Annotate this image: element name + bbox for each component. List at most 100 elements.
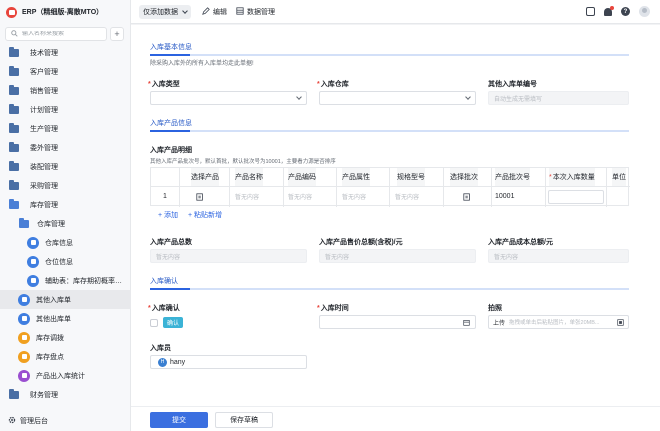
folder-icon [9,103,19,114]
total-label: 入库产品总数 [150,239,192,246]
sidebar-item-stocktake[interactable]: 库存盘点 [0,347,131,366]
bell-icon[interactable] [604,5,614,16]
paste-add-button[interactable]: + 粘贴新增 [188,210,222,220]
admin-link-label: 管理后台 [20,418,48,425]
edit-button[interactable]: 编辑 [202,6,227,18]
outbound-icon [18,312,30,325]
folder-icon [9,65,19,76]
chart-icon [18,369,30,382]
avatar[interactable] [639,6,650,17]
app-logo-icon [6,6,17,18]
sidebar-item-stats[interactable]: 产品出入库统计 [0,366,131,385]
help-icon[interactable]: ? [621,7,630,16]
section-title-confirm: 入库确认 [150,278,178,285]
warehouse-label: *入库仓库 [317,81,349,88]
chevron-down-icon [465,94,471,100]
sidebar-item-assembly[interactable]: 装配管理 [0,157,131,176]
upload-button[interactable]: 上传 [493,318,505,327]
sidebar-item-tech[interactable]: 技术管理 [0,43,131,62]
col-header: 单位 [612,168,626,186]
sidebar-item-label: 仓库信息 [45,239,73,247]
inbound-icon [18,293,30,306]
chevron-down-icon [182,8,188,14]
photo-upload[interactable]: 上传 拖拽或单击后粘贴图片，单张20MB... [488,315,629,329]
submit-button[interactable]: 提交 [150,412,208,428]
product-table: 选择产品 产品名称 产品编码 产品属性 规格型号 选择批次 产品批次号 * 本次入… [150,167,630,207]
cost-label: 入库产品成本总额/元 [488,239,553,246]
product-code-cell: 暂无内容 [288,195,313,201]
sidebar-item-label: 计划管理 [30,106,58,114]
search-icon [11,29,18,39]
stocktake-icon [18,350,30,363]
sidebar-item-warehouse-info[interactable]: 仓库信息 [0,233,131,252]
col-header: 产品编码 [288,168,316,186]
sidebar-item-other-inbound[interactable]: 其他入库单 [0,290,131,309]
warehouse-select[interactable] [319,91,476,105]
app-window: ERP（精细版-离散MTO） + 技术管理 客户管理 销售管理 计划管理 生产管… [0,0,660,431]
sidebar-item-label: 辅助表：库存期初概率… [45,277,122,285]
sidebar-item-label: 库存调拨 [36,334,64,342]
col-header: 产品批次号 [495,168,530,186]
folder-icon [9,160,19,171]
data-manage-button[interactable]: 数据管理 [236,6,275,18]
topbar-icons: ? [586,5,650,17]
sidebar-item-label: 采购管理 [30,182,58,190]
sidebar-item-opening-stock[interactable]: 辅助表：库存期初概率… [0,271,131,290]
scan-icon[interactable] [617,319,624,328]
edit-label: 编辑 [213,9,227,16]
select-icon [196,192,203,201]
sidebar-search[interactable] [5,27,107,41]
section-divider [150,54,629,56]
sidebar-item-finance[interactable]: 财务管理 [0,385,131,404]
sale-field: 暂无内容 [319,249,476,263]
sidebar-item-customer[interactable]: 客户管理 [0,62,131,81]
folder-open-icon [9,198,19,209]
confirm-checkbox[interactable]: 确认 [150,317,184,328]
view-select-label: 仅添加数据 [143,9,178,16]
folder-icon [9,141,19,152]
search-input[interactable] [22,31,102,37]
view-select[interactable]: 仅添加数据 [139,5,191,19]
row-index: 1 [163,193,167,200]
select-icon [463,192,470,201]
sidebar-item-label: 生产管理 [30,125,58,133]
sidebar-item-transfer[interactable]: 库存调拨 [0,328,131,347]
save-draft-button[interactable]: 保存草稿 [215,412,273,428]
admin-link[interactable]: 管理后台 [0,411,131,431]
checkbox-icon[interactable] [150,318,158,327]
add-row-button[interactable]: + 添加 [158,210,178,220]
sidebar-item-purchase[interactable]: 采购管理 [0,176,131,195]
operator-field[interactable]: H hany [150,355,307,369]
folder-icon [9,122,19,133]
sidebar-item-location-info[interactable]: 仓位信息 [0,252,131,271]
select-product-button[interactable] [196,187,204,206]
cost-field: 暂无内容 [488,249,629,263]
time-picker[interactable] [319,315,476,329]
grid-icon [236,7,244,17]
data-manage-label: 数据管理 [247,9,275,16]
sidebar-item-outsource[interactable]: 委外管理 [0,138,131,157]
section-hint: 除采购入库外的所有入库单均走此单据! [150,61,254,67]
sidebar-item-inventory[interactable]: 库存管理 [0,195,131,214]
type-select[interactable] [150,91,307,105]
sidebar-item-sales[interactable]: 销售管理 [0,81,131,100]
layout-icon[interactable] [586,7,595,16]
sidebar-item-label: 仓位信息 [45,258,73,266]
folder-icon [9,388,19,399]
time-label: *入库时间 [317,305,349,312]
sidebar-item-warehouse-mgmt[interactable]: 仓库管理 [0,214,131,233]
detail-label: 入库产品明细 [150,147,192,154]
add-menu-button[interactable]: + [110,27,124,41]
quantity-cell[interactable] [548,187,604,206]
sidebar-item-label: 库存盘点 [36,353,64,361]
spec-cell: 暂无内容 [395,195,420,201]
confirm-tag: 确认 [163,317,184,328]
sidebar-item-other-outbound[interactable]: 其他出库单 [0,309,131,328]
col-header: 产品名称 [235,168,263,186]
select-batch-button[interactable] [463,187,471,206]
sidebar-item-plan[interactable]: 计划管理 [0,100,131,119]
sidebar-item-production[interactable]: 生产管理 [0,119,131,138]
sidebar-item-label: 其他入库单 [36,296,71,304]
operator-label: 入库员 [150,345,171,352]
chevron-down-icon [296,94,302,100]
